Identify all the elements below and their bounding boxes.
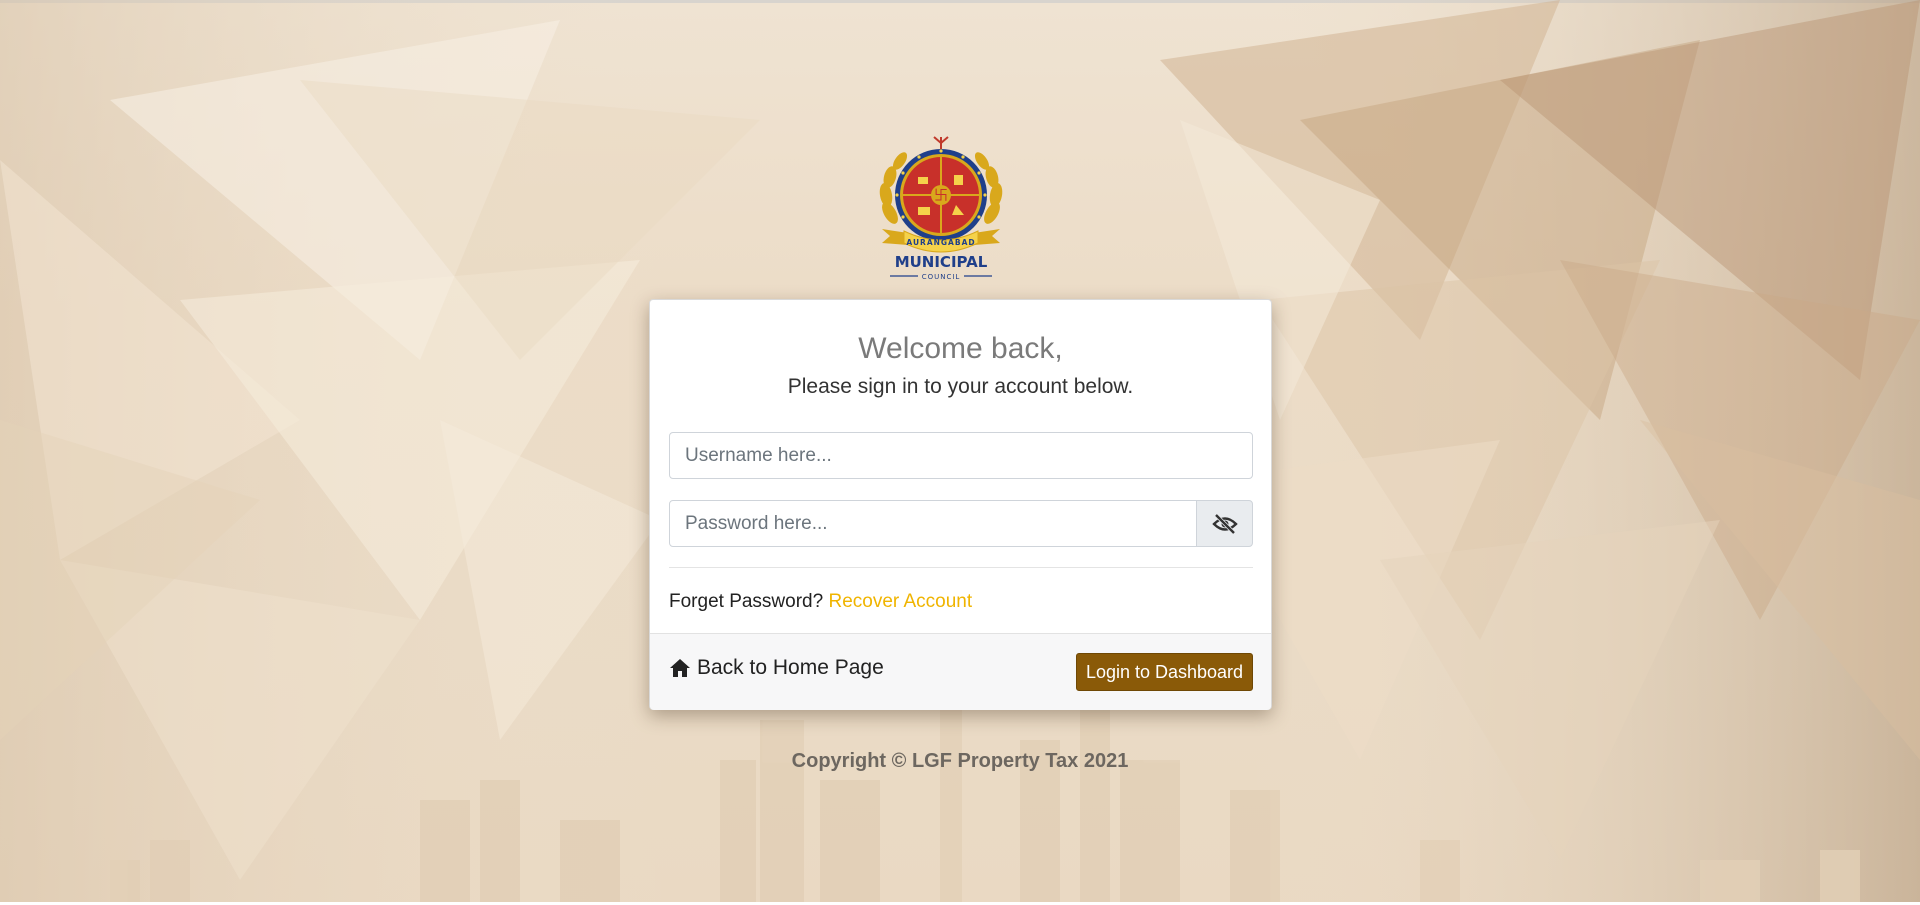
- forgot-password-row: Forget Password? Recover Account: [669, 591, 972, 613]
- card-footer: Back to Home Page Login to Dashboard: [650, 633, 1271, 710]
- username-input[interactable]: [669, 432, 1253, 479]
- login-card: Welcome back, Please sign in to your acc…: [649, 299, 1272, 710]
- card-divider: [669, 567, 1253, 568]
- welcome-heading: Welcome back,: [858, 332, 1063, 365]
- municipal-council-logo: 卐 AURANGABAD MUNICIPAL COUNCIL: [879, 136, 1003, 281]
- copyright-text: Copyright © LGF Property Tax 2021: [791, 750, 1129, 772]
- back-to-home-label: Back to Home Page: [697, 656, 884, 679]
- eye-slash-icon: [1211, 513, 1238, 534]
- logo-ribbon-text: AURANGABAD: [906, 238, 975, 247]
- recover-account-link[interactable]: Recover Account: [828, 591, 972, 612]
- login-button[interactable]: Login to Dashboard: [1076, 653, 1253, 691]
- logo-sub: COUNCIL: [922, 273, 961, 281]
- home-icon: [670, 659, 690, 677]
- signin-subtitle: Please sign in to your account below.: [787, 375, 1134, 398]
- toggle-password-button[interactable]: [1196, 500, 1253, 547]
- svg-text:卐: 卐: [934, 188, 948, 204]
- login-page: 卐 AURANGABAD MUNICIPAL COUNCIL Welcome b…: [0, 0, 1920, 905]
- back-to-home-link[interactable]: Back to Home Page: [669, 656, 884, 680]
- password-input[interactable]: [669, 500, 1197, 547]
- forgot-password-label: Forget Password?: [669, 591, 824, 612]
- logo-name: MUNICIPAL: [895, 253, 988, 271]
